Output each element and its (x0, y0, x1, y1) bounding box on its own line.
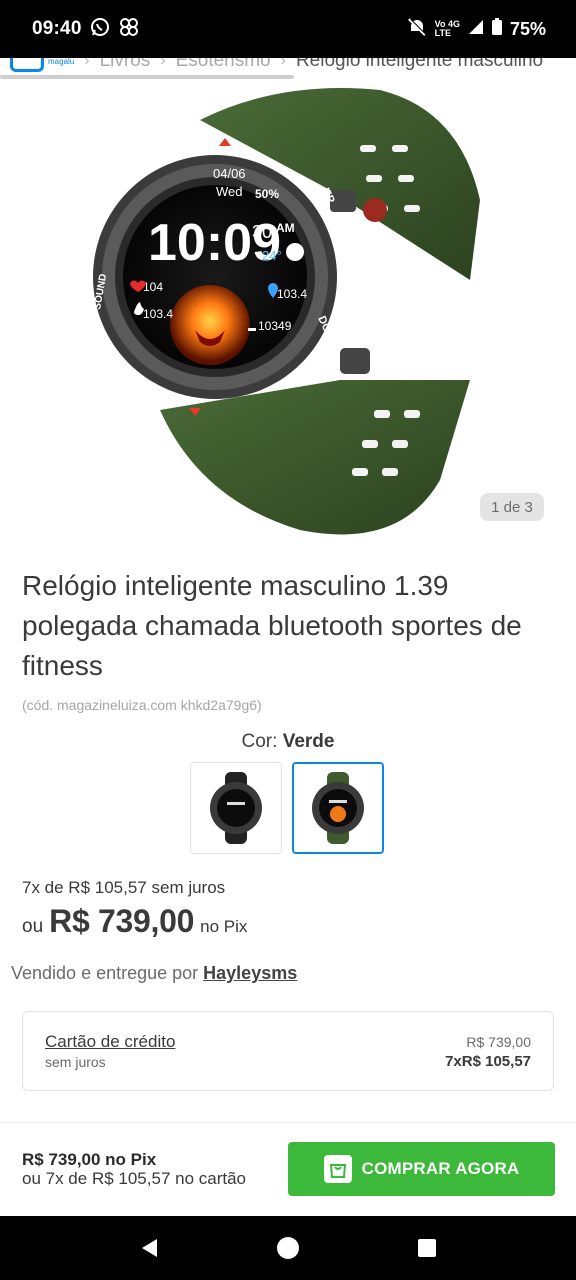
pinwheel-app-icon (118, 16, 140, 43)
color-prefix: Cor: (241, 731, 283, 752)
watch-temp: 24° (262, 248, 282, 263)
watch-date: 04/06 (213, 166, 246, 181)
mute-icon (407, 17, 427, 42)
signal-icon (468, 19, 484, 40)
swatch-green[interactable] (292, 762, 384, 854)
product-image-gallery[interactable]: 04/06 Wed 50% 10:09 30 AM 24° 104 103.4 … (0, 80, 576, 550)
status-bar: 09:40 Vo 4G LTE 75% (0, 0, 576, 58)
installments-text: 7x de R$ 105,57 sem juros (22, 878, 226, 897)
image-counter: 1 de 3 (480, 493, 544, 521)
nav-recents-button[interactable] (387, 1216, 467, 1280)
watch-steps: 10349 (258, 319, 292, 333)
product-title: Relógio inteligente masculino 1.39 poleg… (22, 570, 522, 681)
whatsapp-icon (90, 17, 110, 42)
watch-calories: 103.4 (143, 307, 173, 321)
bottom-card-price: ou 7x de R$ 105,57 no cartão (22, 1169, 246, 1188)
seller-prefix: Vendido e entregue por (11, 963, 204, 983)
buy-now-button[interactable]: COMPRAR AGORA (288, 1142, 555, 1196)
price-suffix: no Pix (200, 917, 248, 936)
weather-icon (286, 243, 304, 261)
shopping-bag-icon (323, 1155, 352, 1183)
seller-info: Vendido e entregue por Hayleysms (11, 963, 297, 984)
watch-location: 103.4 (277, 287, 307, 301)
network-indicator: Vo 4G LTE (435, 20, 460, 38)
swatch-black[interactable] (190, 762, 282, 854)
bottom-pix-price: R$ 739,00 no Pix (22, 1150, 157, 1169)
seller-link[interactable]: Hayleysms (203, 963, 297, 983)
steps-icon (248, 328, 256, 331)
recents-square-icon (418, 1239, 436, 1257)
network-bottom: LTE (434, 28, 451, 38)
nav-home-button[interactable] (248, 1216, 328, 1280)
watch-heart: 104 (143, 280, 163, 294)
bottom-purchase-bar: R$ 739,00 no Pix ou 7x de R$ 105,57 no c… (0, 1122, 576, 1216)
color-selector-label: Cor: Verde (0, 731, 576, 753)
system-nav-bar (0, 1216, 576, 1280)
breadcrumb-scrollbar[interactable] (0, 75, 294, 79)
watch-day: Wed (216, 184, 243, 199)
price-prefix: ou (22, 916, 44, 937)
home-circle-icon (277, 1237, 299, 1259)
payment-option-card[interactable]: Cartão de crédito sem juros R$ 739,00 7x… (22, 1011, 554, 1091)
payment-method-link[interactable]: Cartão de crédito (45, 1032, 175, 1052)
price-row: ou R$ 739,00 no Pix (22, 903, 247, 940)
color-value: Verde (282, 731, 335, 752)
payment-installments: 7xR$ 105,57 (445, 1053, 531, 1070)
green-watch-thumbnail (312, 772, 364, 844)
watch-battery: 50% (255, 187, 279, 201)
back-triangle-icon (142, 1239, 157, 1257)
price-pix: R$ 739,00 (49, 903, 195, 939)
nav-back-button[interactable] (110, 1216, 190, 1280)
payment-sub: sem juros (45, 1054, 106, 1070)
product-code: (cód. magazineluiza.com khkd2a79g6) (22, 697, 262, 713)
payment-total: R$ 739,00 (466, 1034, 531, 1050)
color-swatches (190, 762, 384, 854)
battery-icon (491, 18, 502, 40)
battery-percent: 75% (509, 18, 546, 39)
status-time: 09:40 (32, 18, 82, 39)
buy-now-label: COMPRAR AGORA (361, 1159, 520, 1178)
smartwatch-image: 04/06 Wed 50% 10:09 30 AM 24° 104 103.4 … (92, 88, 480, 535)
watch-seconds: 30 (252, 222, 272, 242)
black-watch-thumbnail (210, 772, 262, 844)
watch-ampm: AM (276, 221, 295, 235)
